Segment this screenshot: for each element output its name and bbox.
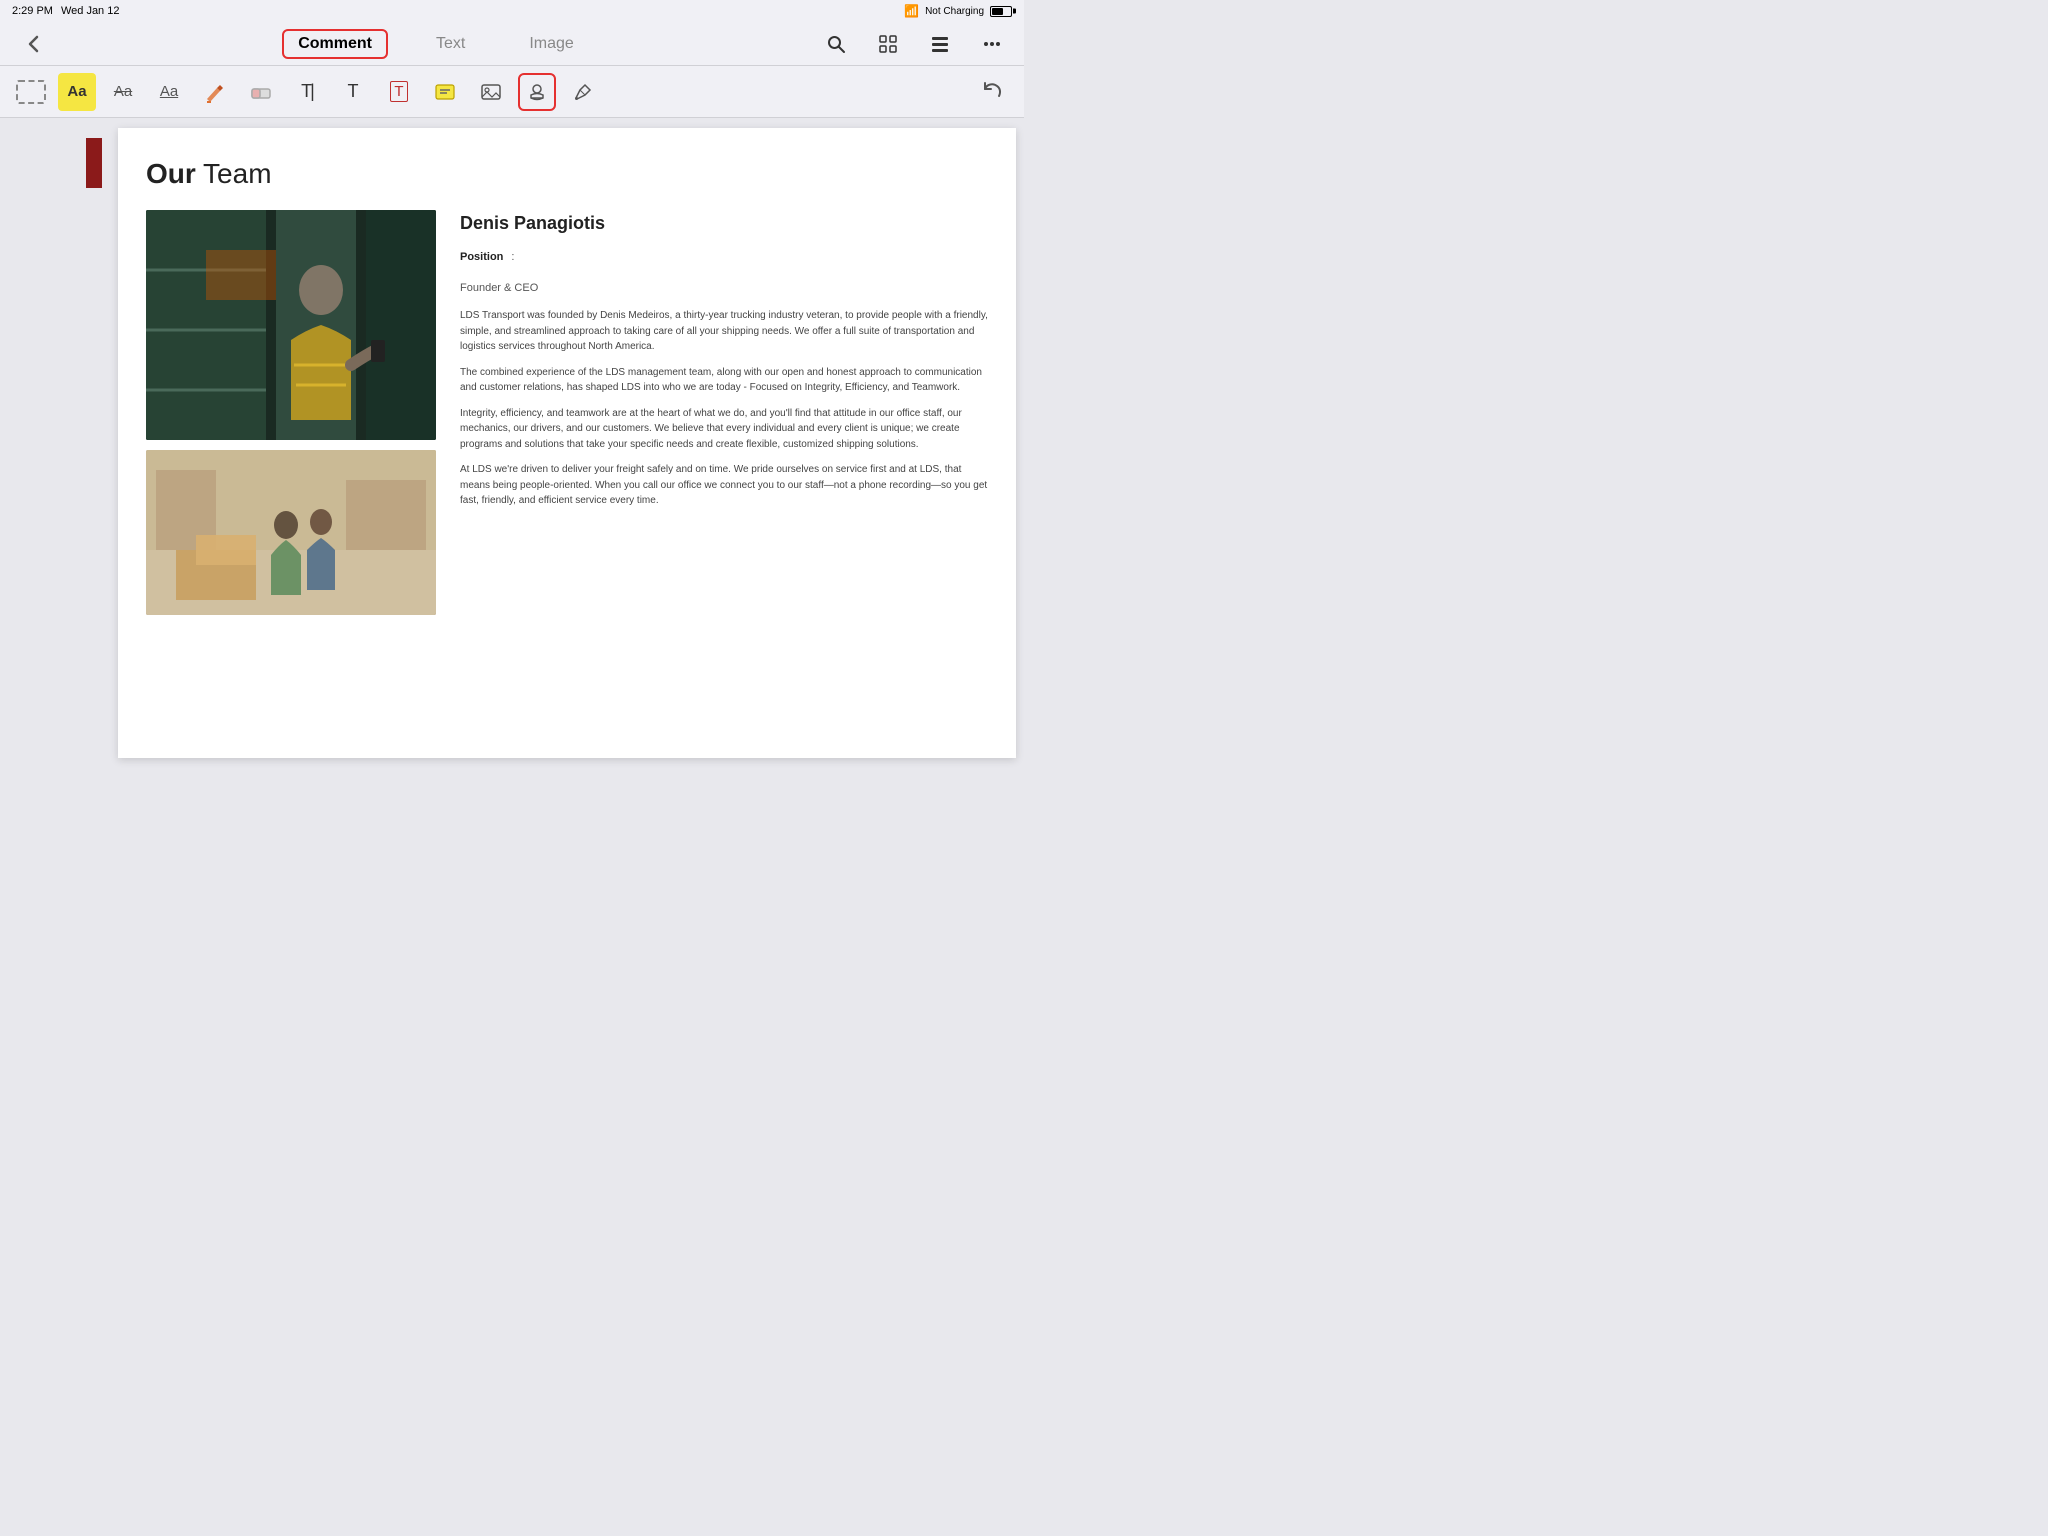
tab-text[interactable]: Text [420, 29, 481, 59]
status-time-date: 2:29 PM Wed Jan 12 [12, 5, 119, 17]
ink-pen-tool[interactable] [564, 73, 602, 111]
pen-icon [571, 80, 595, 104]
page-title: Our Team [146, 158, 988, 190]
content-grid: Denis Panagiotis Position : Founder & CE… [146, 210, 988, 728]
underline-aa-label: Aa [160, 83, 178, 100]
page-marker [86, 138, 102, 188]
eraser-tool[interactable] [242, 73, 280, 111]
bio-para-4: At LDS we're driven to deliver your frei… [460, 462, 988, 509]
search-button[interactable] [820, 28, 852, 60]
bio-para-2: The combined experience of the LDS manag… [460, 365, 988, 396]
position-row: Position : [460, 249, 988, 266]
grid-button[interactable] [872, 28, 904, 60]
position-value: Founder & CEO [460, 282, 538, 294]
title-bold: Our [146, 158, 196, 189]
image-placeholder-tool[interactable] [472, 73, 510, 111]
tab-comment[interactable]: Comment [282, 29, 388, 59]
document-page: Our Team [118, 128, 1016, 758]
underline-text-button[interactable]: Aa [150, 73, 188, 111]
selector-dashed-border [16, 80, 46, 104]
wifi-icon: 📶 [904, 4, 919, 18]
status-date: Wed Jan 12 [61, 5, 120, 17]
person-name: Denis Panagiotis [460, 210, 988, 237]
highlight-aa-label: Aa [67, 83, 86, 100]
status-time: 2:29 PM [12, 5, 53, 17]
bordered-text-label: T [390, 81, 407, 102]
status-right-icons: 📶 Not Charging [904, 4, 1012, 18]
bio-para-3: Integrity, efficiency, and teamwork are … [460, 406, 988, 453]
text-highlight-yellow-button[interactable]: Aa [58, 73, 96, 111]
tab-image[interactable]: Image [513, 29, 589, 59]
left-sidebar [0, 118, 110, 768]
warehouse-photo-2 [146, 450, 436, 615]
text-cursor-tool[interactable]: T| [288, 73, 326, 111]
bordered-text-tool[interactable]: T [380, 73, 418, 111]
image-placeholder-icon [479, 80, 503, 104]
back-button[interactable] [16, 26, 52, 62]
notes-icon [433, 80, 457, 104]
highlighter-tool[interactable] [196, 73, 234, 111]
highlighter-icon [203, 80, 227, 104]
stamp-icon [526, 81, 548, 103]
warehouse-photo-1 [146, 210, 436, 440]
nav-right-actions [820, 28, 1008, 60]
bio-para-1: LDS Transport was founded by Denis Medei… [460, 308, 988, 355]
eraser-icon [249, 80, 273, 104]
warehouse-photo-1-svg [146, 210, 436, 440]
stamp-tool[interactable] [518, 73, 556, 111]
nav-tabs: Comment Text Image [52, 29, 820, 59]
warehouse-photo-2-svg [146, 450, 436, 615]
text-cursor-label: T| [301, 81, 313, 102]
content-area: Our Team [0, 118, 1024, 768]
nav-bar: Comment Text Image [0, 22, 1024, 66]
battery-fill [992, 8, 1003, 15]
selector-tool[interactable] [12, 73, 50, 111]
position-separator: : [511, 249, 514, 266]
text-column: Denis Panagiotis Position : Founder & CE… [460, 210, 988, 728]
undo-icon [981, 80, 1005, 104]
text-tool[interactable]: T [334, 73, 372, 111]
position-label: Position [460, 249, 503, 266]
battery-icon [990, 6, 1012, 17]
more-button[interactable] [976, 28, 1008, 60]
text-label: T [348, 81, 359, 102]
strikethrough-aa-label: Aa [114, 83, 132, 100]
notes-tool[interactable] [426, 73, 464, 111]
annotation-toolbar: Aa Aa Aa T| T T [0, 66, 1024, 118]
bio-section: LDS Transport was founded by Denis Medei… [460, 308, 988, 509]
title-regular: Team [196, 158, 272, 189]
status-bar: 2:29 PM Wed Jan 12 📶 Not Charging [0, 0, 1024, 22]
list-button[interactable] [924, 28, 956, 60]
image-column [146, 210, 436, 728]
not-charging-label: Not Charging [925, 6, 984, 17]
strikethrough-text-button[interactable]: Aa [104, 73, 142, 111]
undo-button[interactable] [974, 73, 1012, 111]
